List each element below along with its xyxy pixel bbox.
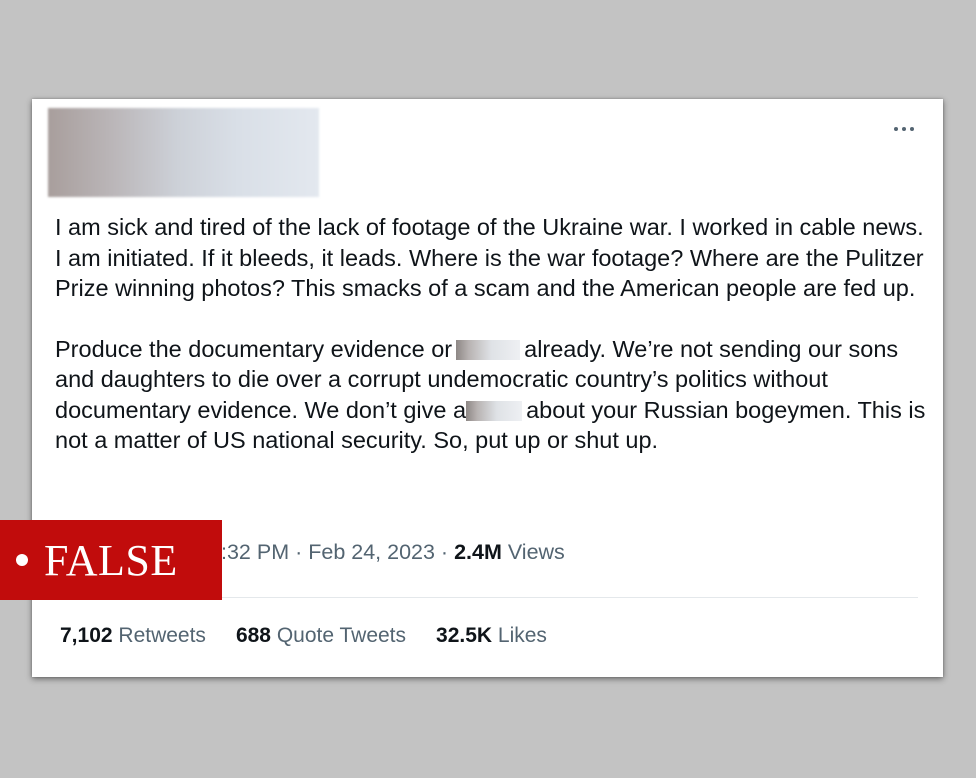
- quote-tweets-stat[interactable]: 688 Quote Tweets: [236, 624, 406, 648]
- tweet-time[interactable]: :32 PM: [221, 540, 289, 564]
- more-dots-icon[interactable]: [894, 125, 918, 133]
- bullet-dot-icon: [16, 554, 28, 566]
- tweet-paragraph-1: I am sick and tired of the lack of foota…: [55, 214, 924, 301]
- likes-count: 32.5K: [436, 624, 493, 647]
- retweets-count: 7,102: [60, 624, 113, 647]
- censored-word: [456, 339, 521, 360]
- views-label: Views: [501, 540, 565, 564]
- tweet-stats: 7,102 Retweets 688 Quote Tweets 32.5K Li…: [60, 624, 547, 648]
- fact-check-false-badge: FALSE: [0, 520, 222, 600]
- likes-stat[interactable]: 32.5K Likes: [436, 624, 547, 648]
- tweet-meta: :32 PM · Feb 24, 2023 · 2.4M Views: [221, 540, 565, 565]
- retweets-stat[interactable]: 7,102 Retweets: [60, 624, 206, 648]
- meta-separator: ·: [434, 540, 455, 564]
- paragraph-2-part-1: Produce the documentary evidence or: [55, 335, 453, 362]
- tweet-paragraph-2: Produce the documentary evidence or alrea…: [55, 334, 930, 456]
- false-label-text: FALSE: [44, 535, 178, 585]
- tweet-date[interactable]: Feb 24, 2023: [308, 540, 435, 564]
- tweet-text: I am sick and tired of the lack of foota…: [55, 212, 930, 456]
- meta-separator: ·: [289, 540, 309, 564]
- quote-tweets-label: Quote Tweets: [270, 624, 407, 647]
- redacted-user-header: [48, 108, 319, 197]
- views-count: 2.4M: [454, 540, 502, 564]
- quote-tweets-count: 688: [235, 624, 271, 647]
- likes-label: Likes: [492, 624, 547, 647]
- retweets-label: Retweets: [112, 624, 206, 647]
- censored-word: [466, 400, 523, 421]
